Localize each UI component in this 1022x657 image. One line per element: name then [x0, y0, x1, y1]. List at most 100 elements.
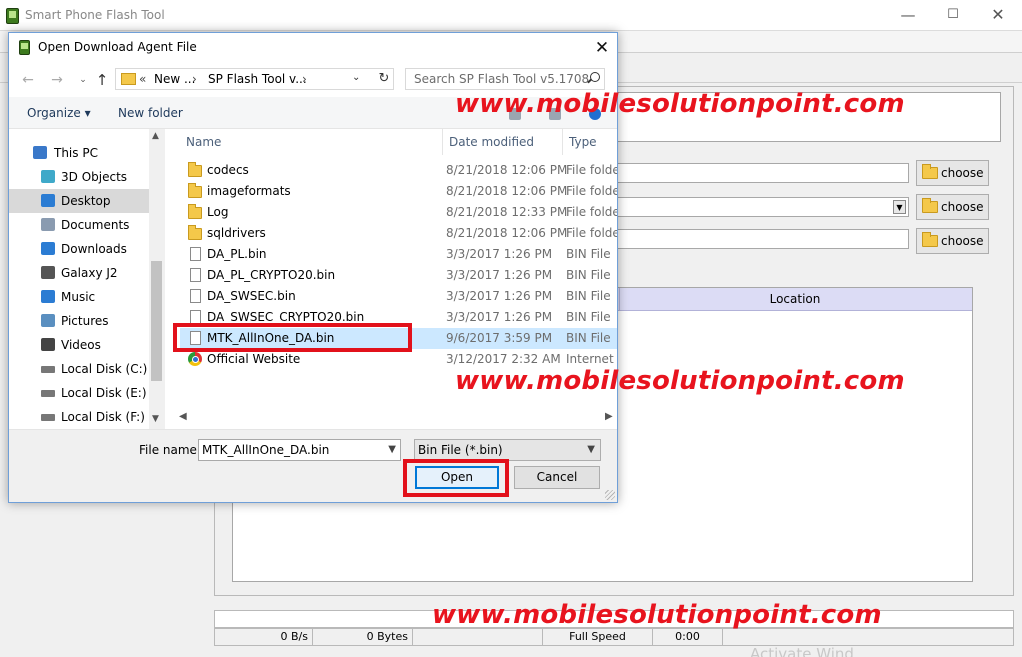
column-header-name[interactable]: Name: [180, 129, 442, 155]
nav-item-pictures[interactable]: Pictures: [9, 309, 149, 333]
file-name-value: MTK_AllInOne_DA.bin: [202, 443, 330, 457]
folder-row[interactable]: Log 8/21/2018 12:33 PMFile folder: [180, 202, 617, 223]
choose-da-button[interactable]: choose: [916, 160, 989, 186]
nav-item-this-pc[interactable]: This PC: [9, 141, 149, 165]
file-type-value: Bin File (*.bin): [418, 443, 503, 457]
breadcrumb-segment[interactable]: New ...: [154, 72, 195, 86]
column-header-type[interactable]: Type: [562, 129, 617, 155]
main-window-title: Smart Phone Flash Tool: [25, 8, 165, 22]
file-icon: [190, 310, 201, 324]
up-arrow-icon[interactable]: ↑: [92, 71, 112, 89]
file-row[interactable]: DA_PL_CRYPTO20.bin 3/3/2017 1:26 PM BIN Fi…: [180, 265, 617, 286]
folder-icon: [188, 162, 202, 177]
resize-grip[interactable]: [605, 490, 615, 500]
chevron-down-icon[interactable]: ▼: [152, 414, 159, 424]
search-placeholder: Search SP Flash Tool v5.1708: [414, 72, 590, 86]
watermark-text: www.mobilesolutionpoint.com: [455, 366, 905, 396]
refresh-icon[interactable]: ↻: [375, 68, 394, 90]
nav-item-label: Videos: [61, 338, 101, 352]
nav-item-local-disk-c[interactable]: Local Disk (C:): [9, 357, 149, 381]
forward-arrow-icon[interactable]: →: [47, 71, 67, 89]
folder-icon: [188, 204, 202, 219]
chevron-down-icon[interactable]: ▼: [388, 440, 396, 460]
status-speed: 0 B/s: [215, 629, 313, 645]
highlight-selected-file: [173, 323, 412, 352]
recent-locations-chevron-icon[interactable]: ⌄: [73, 71, 93, 89]
address-dropdown-icon[interactable]: ⌄: [352, 72, 360, 83]
chevron-right-icon[interactable]: ▶: [605, 411, 613, 422]
minimize-button[interactable]: —: [888, 3, 928, 27]
breadcrumb-separator-icon[interactable]: ›: [192, 72, 197, 86]
folder-row[interactable]: sqldrivers 8/21/2018 12:06 PMFile folder: [180, 223, 617, 244]
nav-item-local-disk-e[interactable]: Local Disk (E:): [9, 381, 149, 405]
chevron-up-icon[interactable]: ▲: [152, 131, 159, 141]
choose-scatter-button[interactable]: choose: [916, 194, 989, 220]
folder-row[interactable]: codecs 8/21/2018 12:06 PMFile folder: [180, 160, 617, 181]
cancel-button[interactable]: Cancel: [514, 466, 600, 489]
status-empty-cell: [413, 629, 543, 645]
dialog-bottom-bar: File name: MTK_AllInOne_DA.bin ▼ Bin Fil…: [9, 429, 617, 502]
location-column-header[interactable]: Location: [619, 288, 970, 311]
drive-icon: [41, 366, 55, 373]
navigation-scrollbar[interactable]: ▲ ▼: [149, 129, 165, 429]
download-agent-path-input[interactable]: [610, 163, 909, 183]
nav-item-galaxy-j2[interactable]: Galaxy J2: [9, 261, 149, 285]
file-date: 8/21/2018 12:06 PM: [446, 226, 568, 240]
file-name: sqldrivers: [207, 226, 266, 240]
overflow-chevron-icon[interactable]: «: [139, 72, 146, 86]
file-row[interactable]: DA_PL.bin 3/3/2017 1:26 PM BIN File: [180, 244, 617, 265]
file-name: DA_SWSEC.bin: [207, 289, 296, 303]
pictures-icon: [41, 314, 55, 327]
choose-label: choose: [941, 166, 984, 180]
file-date: 8/21/2018 12:33 PM: [446, 205, 568, 219]
file-date: 9/6/2017 3:59 PM: [446, 331, 553, 345]
nav-item-desktop[interactable]: Desktop: [9, 189, 149, 213]
scrollbar-thumb[interactable]: [151, 261, 162, 381]
breadcrumb-separator-icon[interactable]: ›: [302, 72, 307, 86]
back-arrow-icon[interactable]: ←: [18, 71, 38, 89]
address-bar[interactable]: « New ... › SP Flash Tool v... › ⌄: [115, 68, 377, 90]
navigation-pane: This PC 3D Objects Desktop Documents Downloa…: [9, 129, 165, 429]
highlight-open-button: [403, 459, 509, 497]
horizontal-scrollbar[interactable]: ◀ ▶: [171, 411, 617, 428]
chevron-down-icon[interactable]: ▼: [893, 200, 906, 214]
file-row[interactable]: DA_SWSEC.bin 3/3/2017 1:26 PM BIN File: [180, 286, 617, 307]
phone-icon: [41, 266, 55, 279]
folder-icon: [922, 198, 938, 213]
file-list-header: ⌃ Name Date modified Type: [171, 129, 617, 155]
auth-file-path-input[interactable]: [610, 229, 909, 249]
nav-item-label: Desktop: [61, 194, 111, 208]
breadcrumb-segment[interactable]: SP Flash Tool v...: [208, 72, 307, 86]
nav-item-3d-objects[interactable]: 3D Objects: [9, 165, 149, 189]
status-bytes: 0 Bytes: [313, 629, 413, 645]
scatter-file-select[interactable]: ▼: [610, 197, 909, 217]
drive-icon: [41, 390, 55, 397]
search-icon[interactable]: [587, 72, 600, 84]
nav-item-label: This PC: [54, 146, 98, 160]
chevron-left-icon[interactable]: ◀: [179, 411, 187, 422]
dialog-close-button[interactable]: ✕: [586, 35, 618, 61]
file-name: imageformats: [207, 184, 291, 198]
organize-menu-button[interactable]: Organize ▾: [27, 106, 91, 120]
choose-auth-button[interactable]: choose: [916, 228, 989, 254]
new-folder-button[interactable]: New folder: [118, 106, 183, 120]
file-type: BIN File: [566, 331, 611, 345]
nav-item-videos[interactable]: Videos: [9, 333, 149, 357]
file-date: 8/21/2018 12:06 PM: [446, 184, 568, 198]
file-type-select[interactable]: Bin File (*.bin) ▼: [414, 439, 601, 461]
nav-item-music[interactable]: Music: [9, 285, 149, 309]
nav-item-local-disk-f[interactable]: Local Disk (F:): [9, 405, 149, 429]
close-main-button[interactable]: ✕: [978, 3, 1018, 27]
folder-row[interactable]: imageformats 8/21/2018 12:06 PM File folde…: [180, 181, 617, 202]
maximize-button[interactable]: ☐: [933, 3, 973, 27]
file-date: 3/3/2017 1:26 PM: [446, 268, 553, 282]
nav-item-documents[interactable]: Documents: [9, 213, 149, 237]
file-name-input[interactable]: MTK_AllInOne_DA.bin ▼: [198, 439, 401, 461]
status-usb-speed: Full Speed: [543, 629, 653, 645]
search-input[interactable]: Search SP Flash Tool v5.1708: [405, 68, 605, 90]
nav-item-downloads[interactable]: Downloads: [9, 237, 149, 261]
chevron-down-icon[interactable]: ▼: [587, 440, 595, 460]
watermark-text: www.mobilesolutionpoint.com: [432, 600, 882, 630]
column-header-date[interactable]: Date modified: [442, 129, 562, 155]
file-type: File folder: [566, 163, 617, 177]
